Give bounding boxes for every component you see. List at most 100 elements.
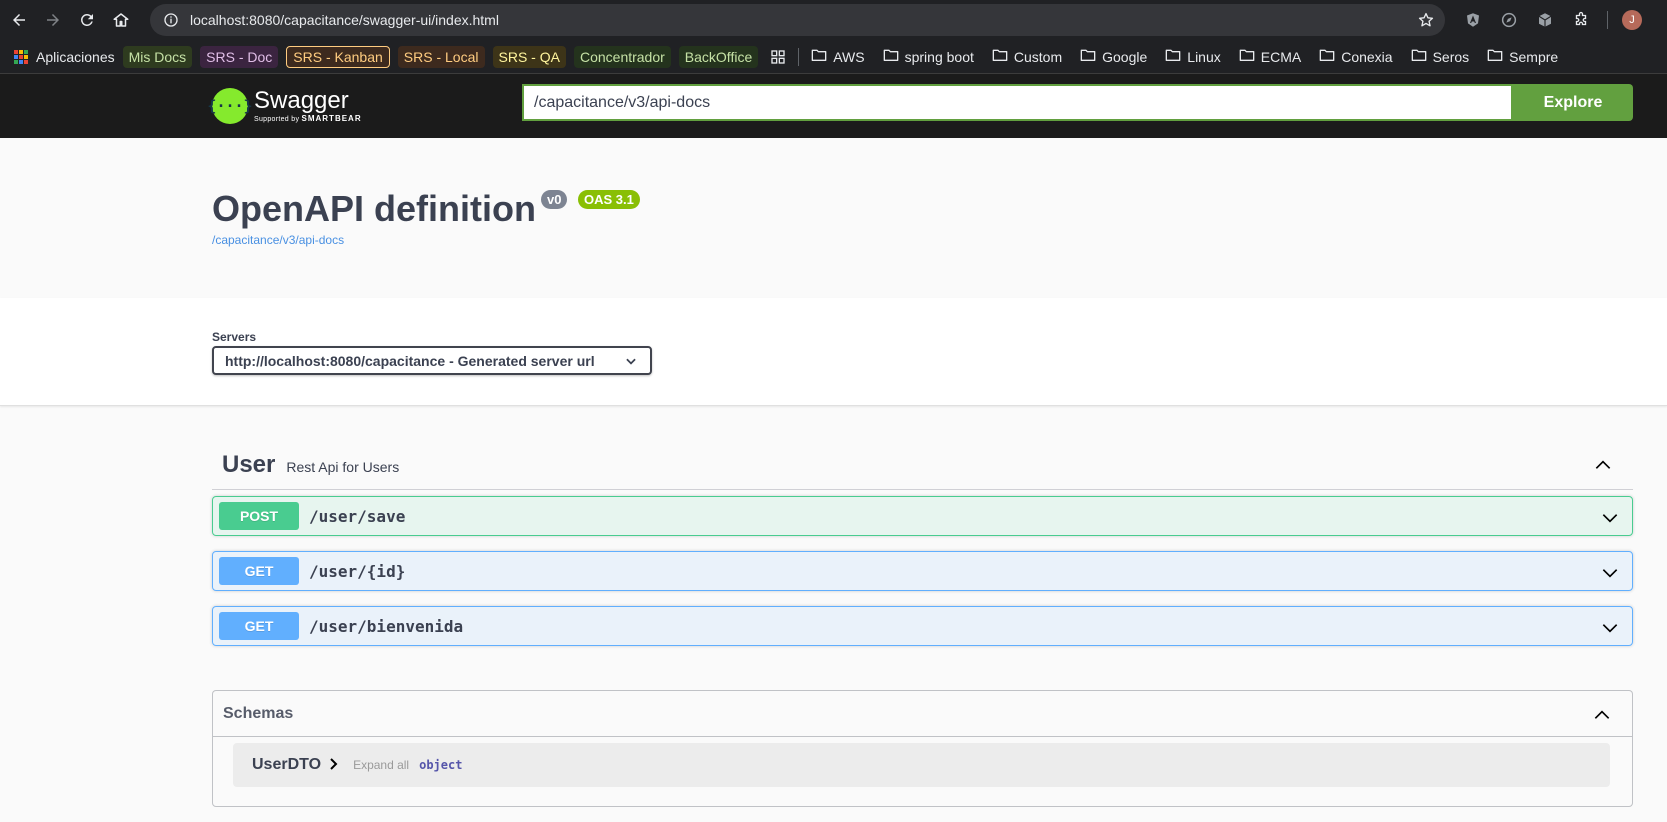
bookmark-srs-doc[interactable]: SRS - Doc: [200, 45, 279, 68]
bookmark-label: SRS - Local: [403, 48, 479, 65]
bookmark-folder-custom[interactable]: Custom: [992, 46, 1062, 68]
tag-name: User: [222, 450, 276, 478]
expand-all-link[interactable]: Expand all: [353, 758, 409, 772]
servers-label: Servers: [212, 330, 257, 344]
folder-icon: [1239, 48, 1255, 65]
spec-url-input[interactable]: [522, 84, 1513, 121]
bookmark-star-icon[interactable]: [1417, 11, 1435, 34]
bookmark-mis-docs[interactable]: Mis Docs: [122, 45, 193, 68]
tab-groups-icon[interactable]: [770, 46, 786, 68]
folder-label: AWS: [833, 48, 865, 65]
folder-label: Conexia: [1341, 48, 1393, 65]
address-url[interactable]: localhost:8080/capacitance/swagger-ui/in…: [190, 12, 499, 28]
operation-path: /user/save: [309, 506, 406, 526]
forward-button[interactable]: [36, 3, 70, 37]
schemas-section: Schemas UserDTO Expand all object: [212, 690, 1633, 807]
tag-header-user[interactable]: User Rest Api for Users: [212, 440, 1633, 490]
bookmark-folder-conexia[interactable]: Conexia: [1319, 46, 1393, 68]
reload-button[interactable]: [70, 3, 104, 37]
folder-label: Sempre: [1509, 48, 1559, 65]
bookmark-concentrador[interactable]: Concentrador: [573, 45, 671, 68]
bookmarks-separator: [798, 47, 800, 66]
bookmark-folder-aws[interactable]: AWS: [811, 46, 865, 68]
bookmark-label: Mis Docs: [128, 48, 187, 65]
site-info-icon[interactable]: [156, 12, 186, 28]
bookmark-srs-kanban[interactable]: SRS - Kanban: [286, 45, 390, 68]
folder-icon: [1080, 48, 1096, 65]
bookmark-label: SRS - Kanban: [293, 48, 383, 65]
model-type: object: [419, 758, 463, 772]
schemas-title: Schemas: [223, 704, 294, 722]
angular-extension-icon[interactable]: [1455, 2, 1491, 38]
toolbar-divider: [1607, 11, 1608, 29]
chevron-up-icon[interactable]: [1593, 455, 1613, 480]
folder-icon: [1319, 48, 1335, 65]
puzzle-extensions-icon[interactable]: [1563, 2, 1599, 38]
bookmark-backoffice[interactable]: BackOffice: [678, 45, 759, 68]
chevron-down-icon[interactable]: [1600, 618, 1620, 643]
chevron-right-icon[interactable]: [329, 757, 339, 775]
servers-select[interactable]: http://localhost:8080/capacitance - Gene…: [212, 346, 652, 375]
folder-label: Linux: [1187, 48, 1221, 65]
chevron-down-icon[interactable]: [1600, 563, 1620, 588]
chevron-down-icon: [624, 354, 638, 371]
api-title: OpenAPI definition: [212, 188, 536, 229]
home-button[interactable]: [104, 3, 138, 37]
method-badge: GET: [219, 557, 299, 585]
operation-get-user-id[interactable]: GET /user/{id}: [212, 551, 1633, 591]
swagger-logo-title: Swagger: [254, 87, 349, 114]
compass-extension-icon[interactable]: [1491, 2, 1527, 38]
operation-get-user-bienvenida[interactable]: GET /user/bienvenida: [212, 606, 1633, 646]
bookmark-srs-qa[interactable]: SRS - QA: [492, 45, 566, 68]
folder-icon: [992, 48, 1008, 65]
arrow-left-icon: [13, 14, 25, 26]
back-button[interactable]: [2, 3, 36, 37]
api-info: OpenAPI definition v0 OAS 3.1 /capacitan…: [0, 138, 1667, 298]
swagger-logo[interactable]: {···} Swagger Supported by SMARTBEAR: [207, 87, 362, 124]
explore-button[interactable]: Explore: [1513, 84, 1633, 121]
bookmark-folder-linux[interactable]: Linux: [1165, 46, 1221, 68]
swagger-logo-icon: {···}: [207, 88, 253, 124]
bookmark-label: BackOffice: [684, 48, 753, 65]
operation-path: /user/bienvenida: [309, 616, 464, 636]
method-badge: GET: [219, 612, 299, 640]
servers-selected-value: http://localhost:8080/capacitance - Gene…: [225, 352, 595, 369]
oas-badge: OAS 3.1: [578, 190, 640, 209]
bookmark-folder-sempre[interactable]: Sempre: [1487, 46, 1558, 68]
bookmark-srs-local[interactable]: SRS - Local: [397, 45, 485, 68]
folder-label: spring boot: [904, 48, 974, 65]
operation-post-user-save[interactable]: POST /user/save: [212, 496, 1633, 536]
bookmarks-bar: Aplicaciones Mis Docs SRS - Doc SRS - Ka…: [0, 40, 1667, 74]
bookmark-folder-spring-boot[interactable]: spring boot: [883, 46, 974, 68]
schemas-header[interactable]: Schemas: [213, 691, 1632, 737]
bookmark-apps-label: Aplicaciones: [36, 48, 115, 65]
cube-extension-icon[interactable]: [1527, 2, 1563, 38]
bookmark-label: SRS - Doc: [206, 48, 273, 65]
reload-icon: [80, 13, 93, 26]
folder-icon: [1165, 48, 1181, 65]
folder-icon: [811, 48, 827, 65]
method-badge: POST: [219, 502, 299, 530]
tag-description: Rest Api for Users: [286, 458, 400, 475]
browser-toolbar: localhost:8080/capacitance/swagger-ui/in…: [0, 0, 1667, 40]
address-bar[interactable]: localhost:8080/capacitance/swagger-ui/in…: [150, 4, 1445, 36]
model-name[interactable]: UserDTO: [252, 756, 321, 774]
logo-sub-brand: SMARTBEAR: [301, 114, 362, 123]
spec-url-link[interactable]: /capacitance/v3/api-docs: [212, 233, 344, 247]
chevron-up-icon[interactable]: [1592, 705, 1612, 730]
arrow-right-icon: [47, 14, 59, 26]
folder-label: Google: [1102, 48, 1148, 65]
servers-section: Servers http://localhost:8080/capacitanc…: [0, 298, 1667, 406]
version-badge: v0: [541, 190, 568, 209]
chevron-down-icon[interactable]: [1600, 508, 1620, 533]
home-icon: [113, 13, 129, 27]
bookmark-label: SRS - QA: [498, 48, 560, 65]
swagger-topbar: {···} Swagger Supported by SMARTBEAR Exp…: [0, 74, 1667, 138]
profile-avatar[interactable]: J: [1622, 10, 1642, 30]
bookmark-folder-seros[interactable]: Seros: [1411, 46, 1470, 68]
bookmark-apps[interactable]: Aplicaciones: [14, 46, 115, 68]
bookmark-folder-google[interactable]: Google: [1080, 46, 1147, 68]
model-userdto[interactable]: UserDTO Expand all object: [233, 743, 1610, 787]
bookmark-folder-ecma[interactable]: ECMA: [1239, 46, 1301, 68]
folder-label: Seros: [1432, 48, 1470, 65]
